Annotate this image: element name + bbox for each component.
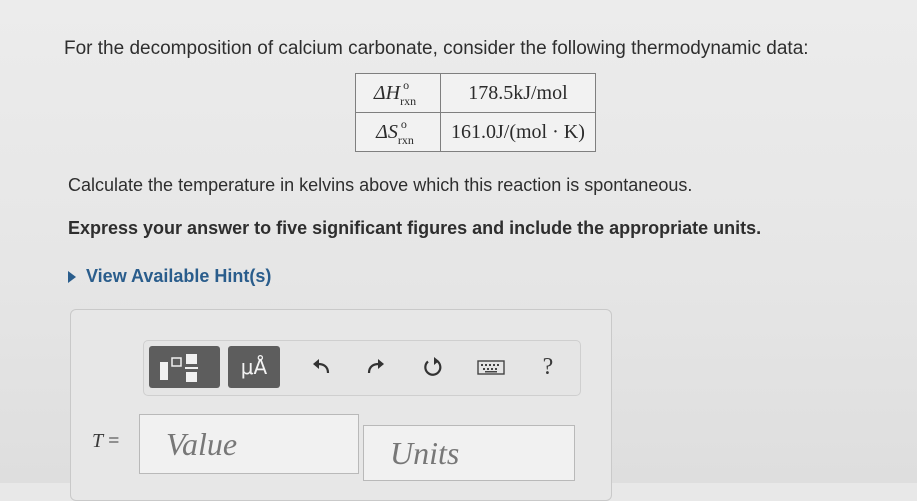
enthalpy-symbol: ΔH o rxn	[355, 73, 441, 113]
reset-button[interactable]	[418, 351, 448, 383]
enthalpy-value: 178.5kJ/mol	[440, 73, 596, 113]
units-button[interactable]: μÅ	[228, 346, 280, 388]
view-hints-link[interactable]: View Available Hint(s)	[68, 266, 271, 287]
undo-button[interactable]	[306, 351, 336, 383]
symbol-sup: o	[403, 77, 410, 92]
symbol-sub: rxn	[400, 93, 417, 108]
reset-icon	[424, 357, 442, 376]
undo-icon	[313, 359, 330, 374]
units-icon: μÅ	[240, 355, 268, 379]
answer-variable-label: T =	[92, 430, 119, 453]
table-row: ΔS o rxn 161.0J/(mol · K)	[355, 112, 596, 152]
equals-sign: =	[108, 430, 120, 452]
math-toolbar: μÅ ?	[143, 340, 581, 396]
problem-intro-text: For the decomposition of calcium carbona…	[64, 38, 809, 59]
symbol-main: ΔH	[373, 81, 401, 104]
help-button[interactable]: ?	[533, 351, 563, 383]
entropy-symbol: ΔS o rxn	[355, 112, 441, 152]
keyboard-button[interactable]	[476, 351, 506, 383]
view-hints-label: View Available Hint(s)	[86, 266, 272, 286]
table-row: ΔH o rxn 178.5kJ/mol	[355, 73, 596, 113]
entropy-value: 161.0J/(mol · K)	[440, 112, 596, 152]
thermo-data-table: ΔH o rxn 178.5kJ/mol ΔS o rxn 161.0J/(mol · …	[355, 73, 596, 152]
templates-icon	[160, 354, 198, 382]
symbol-main: ΔS	[376, 120, 398, 143]
symbol-sup: o	[400, 116, 407, 131]
question-text: Calculate the temperature in kelvins abo…	[68, 175, 693, 195]
help-icon: ?	[542, 353, 554, 380]
value-input[interactable]	[139, 414, 359, 474]
keyboard-icon	[477, 360, 505, 375]
redo-icon	[367, 359, 384, 374]
templates-button[interactable]	[149, 346, 220, 388]
units-input[interactable]	[363, 425, 575, 481]
variable-symbol: T	[92, 430, 104, 452]
problem-page: For the decomposition of calcium carbona…	[0, 0, 917, 501]
instruction-text: Express your answer to five significant …	[68, 218, 762, 238]
symbol-sub: rxn	[397, 132, 414, 147]
caret-right-icon	[68, 270, 76, 283]
redo-button[interactable]	[361, 351, 391, 383]
